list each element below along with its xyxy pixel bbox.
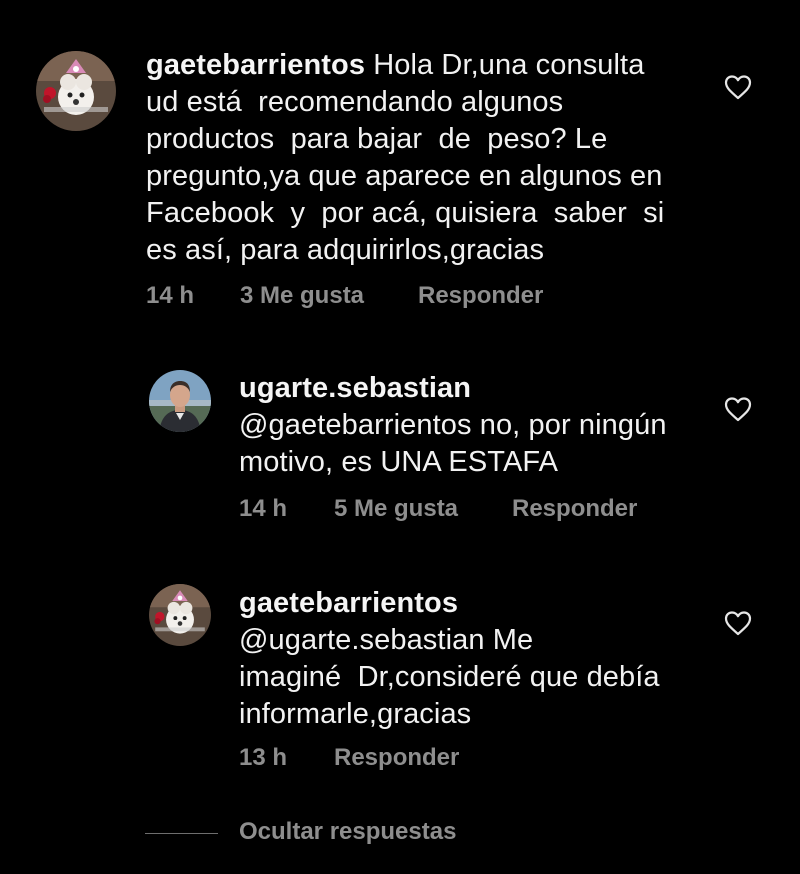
heart-outline-icon[interactable] bbox=[724, 396, 752, 422]
comment-line: @ugarte.sebastian Me bbox=[239, 624, 534, 656]
comment-line: productos para bajar de peso? Le bbox=[146, 123, 608, 155]
divider-line bbox=[145, 833, 218, 834]
timestamp: 13 h bbox=[239, 744, 288, 771]
dog-avatar-icon bbox=[36, 51, 116, 131]
username[interactable]: gaetebarrientos bbox=[146, 49, 365, 81]
hide-replies-label[interactable]: Ocultar respuestas bbox=[239, 818, 456, 846]
comment-line: imaginé Dr,consideré que debía bbox=[239, 661, 660, 693]
likes-count[interactable]: 3 Me gusta bbox=[240, 282, 364, 310]
avatar[interactable] bbox=[36, 51, 116, 131]
comment-text: gaetebarrientos Hola Dr,una consulta ud … bbox=[146, 47, 726, 269]
username[interactable]: gaetebarrientos bbox=[239, 587, 458, 619]
comment-line: Hola Dr,una consulta bbox=[365, 49, 645, 81]
comment-text: gaetebarrientos @ugarte.sebastian Me ima… bbox=[239, 585, 709, 733]
comment-text: ugarte.sebastian @gaetebarrientos no, po… bbox=[239, 370, 709, 481]
reply-button[interactable]: Responder bbox=[512, 495, 637, 523]
comment-line: motivo, es UNA ESTAFA bbox=[239, 446, 559, 478]
reply-comment: gaetebarrientos @ugarte.sebastian Me ima… bbox=[0, 560, 800, 790]
reply-comment: ugarte.sebastian @gaetebarrientos no, po… bbox=[0, 340, 800, 540]
comment-line: Facebook y por acá, quisiera saber si bbox=[146, 197, 665, 229]
man-portrait-avatar-icon bbox=[149, 370, 211, 432]
comment-line: @gaetebarrientos no, por ningún bbox=[239, 409, 667, 441]
comment-meta: 14 h 3 Me gusta Responder bbox=[146, 282, 646, 312]
comment-meta: 14 h 5 Me gusta Responder bbox=[239, 495, 739, 525]
comment-line: informarle,gracias bbox=[239, 698, 472, 730]
reply-button[interactable]: Responder bbox=[418, 282, 543, 310]
dog-avatar-icon bbox=[149, 584, 211, 646]
avatar[interactable] bbox=[149, 370, 211, 432]
timestamp: 14 h bbox=[146, 282, 195, 309]
reply-button[interactable]: Responder bbox=[334, 744, 459, 772]
comment-line: ud está recomendando algunos bbox=[146, 86, 564, 118]
likes-count[interactable]: 5 Me gusta bbox=[334, 495, 458, 523]
comment-line: pregunto,ya que aparece en algunos en bbox=[146, 160, 663, 192]
timestamp: 14 h bbox=[239, 495, 288, 522]
comment-meta: 13 h Responder bbox=[239, 744, 739, 774]
avatar[interactable] bbox=[149, 584, 211, 646]
comment: gaetebarrientos Hola Dr,una consulta ud … bbox=[0, 0, 800, 320]
heart-outline-icon[interactable] bbox=[724, 74, 752, 100]
heart-outline-icon[interactable] bbox=[724, 610, 752, 636]
comment-line: es así, para adquirirlos,gracias bbox=[146, 234, 545, 266]
username[interactable]: ugarte.sebastian bbox=[239, 372, 471, 404]
